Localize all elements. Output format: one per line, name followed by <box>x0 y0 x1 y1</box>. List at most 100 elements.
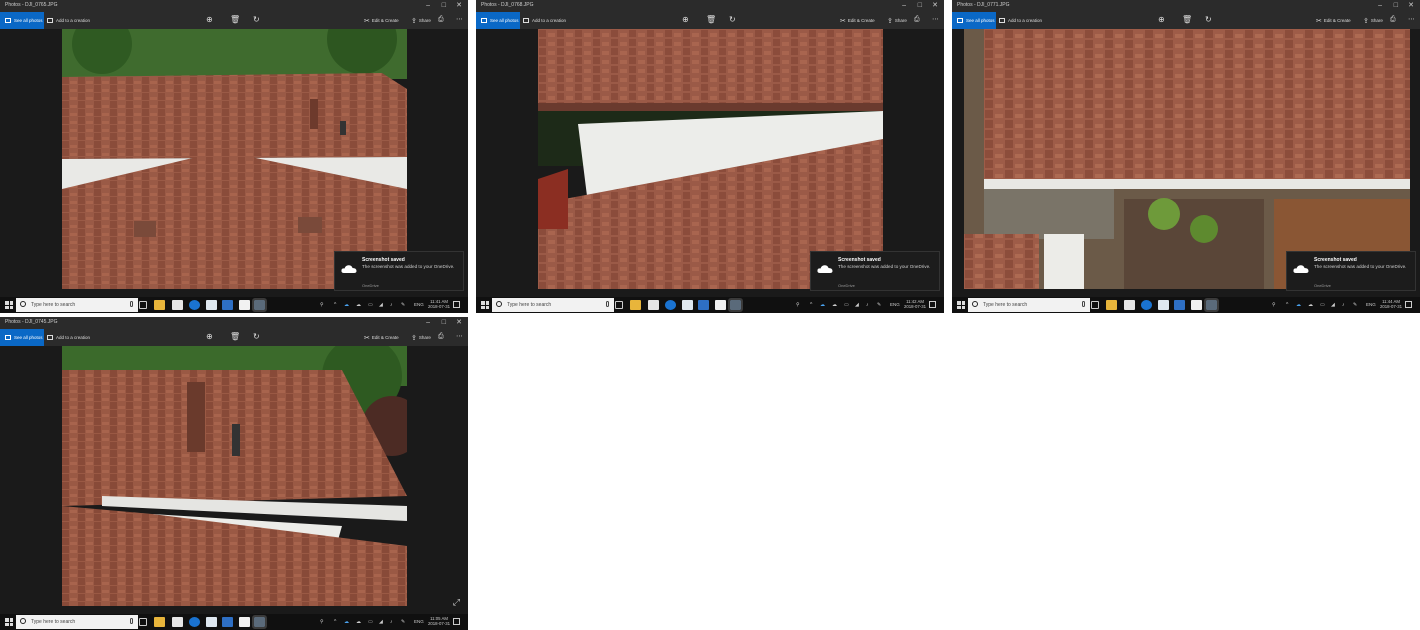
screenshot-toast[interactable]: Screenshot saved The screenshot was adde… <box>1286 251 1416 291</box>
close-button[interactable]: ✕ <box>932 1 938 10</box>
store-icon[interactable] <box>648 300 659 310</box>
language-indicator[interactable]: ENG <box>414 302 424 307</box>
microphone-icon[interactable] <box>130 618 133 624</box>
task-view-icon[interactable] <box>615 301 623 309</box>
app-icon[interactable] <box>206 617 217 627</box>
rotate-icon[interactable]: ↻ <box>1205 15 1212 25</box>
share-button[interactable]: ⇪ Share <box>411 329 431 346</box>
rotate-icon[interactable]: ↻ <box>253 15 260 25</box>
more-icon[interactable]: ⋯ <box>1408 15 1415 25</box>
mail-icon[interactable] <box>715 300 726 310</box>
file-explorer-icon[interactable] <box>1106 300 1117 310</box>
onedrive-icon[interactable]: ☁ <box>820 301 825 309</box>
people-icon[interactable]: ⚲ <box>320 301 324 309</box>
language-indicator[interactable]: ENG <box>1366 302 1376 307</box>
edge-icon[interactable] <box>1141 300 1152 310</box>
fullscreen-icon[interactable]: ⤢ <box>453 597 460 608</box>
more-icon[interactable]: ⋯ <box>456 15 463 25</box>
rotate-icon[interactable]: ↻ <box>729 15 736 25</box>
minimize-button[interactable]: – <box>426 1 430 10</box>
edit-create-button[interactable]: ✂ Edit & Create <box>364 12 399 29</box>
add-to-creation-button[interactable]: Add to a creation <box>999 12 1042 29</box>
people-icon[interactable]: ⚲ <box>796 301 800 309</box>
print-icon[interactable]: ⎙ <box>1390 15 1396 25</box>
screenshot-toast[interactable]: Screenshot saved The screenshot was adde… <box>334 251 464 291</box>
clock[interactable]: 11:05 AM 2018-07-31 <box>428 616 450 627</box>
minimize-button[interactable]: – <box>1378 1 1382 10</box>
zoom-icon[interactable]: ⊕ <box>682 15 689 25</box>
language-indicator[interactable]: ENG <box>890 302 900 307</box>
start-button[interactable] <box>5 301 13 309</box>
store-icon[interactable] <box>172 300 183 310</box>
taskbar-search-box[interactable]: Type here to search <box>16 298 138 312</box>
network-icon[interactable]: ◢ <box>1331 301 1335 309</box>
pen-icon[interactable]: ✎ <box>877 301 881 309</box>
start-button[interactable] <box>957 301 965 309</box>
cloud-icon[interactable]: ☁ <box>356 301 361 309</box>
show-hidden-icons[interactable]: ^ <box>810 301 812 309</box>
file-explorer-icon[interactable] <box>154 300 165 310</box>
onedrive-icon[interactable]: ☁ <box>344 618 349 626</box>
network-icon[interactable]: ◢ <box>855 301 859 309</box>
cloud-icon[interactable]: ☁ <box>1308 301 1313 309</box>
clock[interactable]: 11:42 AM 2018-07-31 <box>904 299 926 310</box>
add-to-creation-button[interactable]: Add to a creation <box>523 12 566 29</box>
volume-icon[interactable]: ♪ <box>1342 301 1345 309</box>
microphone-icon[interactable] <box>1082 301 1085 307</box>
app-icon[interactable] <box>1158 300 1169 310</box>
delete-icon[interactable]: 🗑 <box>706 15 716 25</box>
people-icon[interactable]: ⚲ <box>1272 301 1276 309</box>
volume-icon[interactable]: ♪ <box>390 618 393 626</box>
edge-icon[interactable] <box>665 300 676 310</box>
clock[interactable]: 11:41 AM 2018-07-31 <box>428 299 450 310</box>
cloud-icon[interactable]: ☁ <box>356 618 361 626</box>
share-button[interactable]: ⇪ Share <box>1363 12 1383 29</box>
show-hidden-icons[interactable]: ^ <box>334 618 336 626</box>
edge-icon[interactable] <box>189 617 200 627</box>
edge-icon[interactable] <box>189 300 200 310</box>
maximize-button[interactable]: □ <box>442 318 446 327</box>
print-icon[interactable]: ⎙ <box>914 15 920 25</box>
action-center-icon[interactable] <box>929 301 936 308</box>
action-center-icon[interactable] <box>453 618 460 625</box>
network-icon[interactable]: ◢ <box>379 301 383 309</box>
store-icon[interactable] <box>172 617 183 627</box>
add-to-creation-button[interactable]: Add to a creation <box>47 329 90 346</box>
photos-app-icon[interactable] <box>728 298 743 312</box>
screenshot-toast[interactable]: Screenshot saved The screenshot was adde… <box>810 251 940 291</box>
app-icon[interactable] <box>682 300 693 310</box>
language-indicator[interactable]: ENG <box>414 619 424 624</box>
battery-icon[interactable]: ▭ <box>368 301 373 309</box>
delete-icon[interactable]: 🗑 <box>230 15 240 25</box>
taskbar-search-box[interactable]: Type here to search <box>492 298 614 312</box>
more-icon[interactable]: ⋯ <box>456 332 463 342</box>
volume-icon[interactable]: ♪ <box>390 301 393 309</box>
pen-icon[interactable]: ✎ <box>401 301 405 309</box>
start-button[interactable] <box>5 618 13 626</box>
see-all-photos-button[interactable]: See all photos <box>952 12 996 29</box>
mail-icon[interactable] <box>239 617 250 627</box>
edit-create-button[interactable]: ✂ Edit & Create <box>364 329 399 346</box>
taskbar-search-box[interactable]: Type here to search <box>968 298 1090 312</box>
minimize-button[interactable]: – <box>426 318 430 327</box>
see-all-photos-button[interactable]: See all photos <box>0 12 44 29</box>
zoom-icon[interactable]: ⊕ <box>206 15 213 25</box>
task-view-icon[interactable] <box>139 301 147 309</box>
people-icon[interactable]: ⚲ <box>320 618 324 626</box>
task-view-icon[interactable] <box>139 618 147 626</box>
action-center-icon[interactable] <box>1405 301 1412 308</box>
task-view-icon[interactable] <box>1091 301 1099 309</box>
add-to-creation-button[interactable]: Add to a creation <box>47 12 90 29</box>
delete-icon[interactable]: 🗑 <box>1182 15 1192 25</box>
store-icon[interactable] <box>1124 300 1135 310</box>
edit-create-button[interactable]: ✂ Edit & Create <box>1316 12 1351 29</box>
print-icon[interactable]: ⎙ <box>438 332 444 342</box>
app-icon[interactable] <box>206 300 217 310</box>
file-explorer-icon[interactable] <box>630 300 641 310</box>
action-center-icon[interactable] <box>453 301 460 308</box>
app-icon[interactable] <box>1174 300 1185 310</box>
minimize-button[interactable]: – <box>902 1 906 10</box>
network-icon[interactable]: ◢ <box>379 618 383 626</box>
close-button[interactable]: ✕ <box>456 318 462 327</box>
zoom-icon[interactable]: ⊕ <box>206 332 213 342</box>
